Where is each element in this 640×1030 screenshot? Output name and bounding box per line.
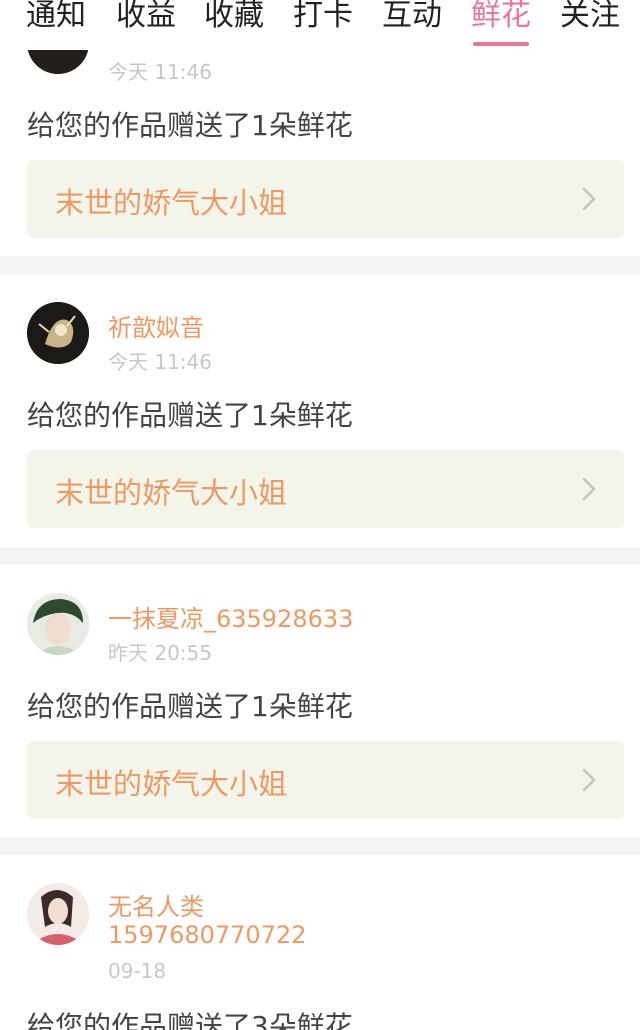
- active-tab-indicator: [473, 42, 529, 46]
- gift-message: 给您的作品赠送了1朵鲜花: [27, 399, 353, 432]
- work-title: 末世的娇气大小姐: [55, 767, 288, 801]
- tab-following[interactable]: 关注: [560, 0, 620, 40]
- work-link[interactable]: 末世的娇气大小姐: [27, 450, 624, 528]
- timestamp: 09-18: [108, 959, 167, 983]
- divider: [0, 837, 640, 855]
- chevron-right-icon: [582, 187, 596, 211]
- username-id: 1597680770722: [108, 921, 307, 949]
- tab-label: 打卡: [293, 0, 353, 33]
- username[interactable]: 一抹夏凉_635928633: [108, 599, 353, 634]
- gift-message: 给您的作品赠送了1朵鲜花: [27, 109, 353, 142]
- avatar[interactable]: [27, 302, 89, 364]
- work-link[interactable]: 末世的娇气大小姐: [27, 160, 624, 238]
- avatar[interactable]: [27, 883, 89, 945]
- tab-label: 关注: [560, 0, 620, 33]
- timestamp: 昨天 20:55: [108, 641, 212, 665]
- divider: [0, 256, 640, 274]
- tab-notifications[interactable]: 通知: [26, 0, 86, 40]
- gift-message: 给您的作品赠送了3朵鲜花: [27, 1010, 353, 1030]
- username[interactable]: 无名人类: [108, 887, 204, 922]
- tab-flowers[interactable]: 鲜花: [471, 0, 531, 46]
- chevron-right-icon: [582, 768, 596, 792]
- avatar[interactable]: [27, 593, 89, 655]
- top-tab-bar: 通知 收益 收藏 打卡 互动 鲜花 关注: [0, 0, 640, 50]
- work-title: 末世的娇气大小姐: [55, 476, 288, 510]
- gift-message: 给您的作品赠送了1朵鲜花: [27, 690, 353, 723]
- tab-earnings[interactable]: 收益: [116, 0, 176, 40]
- tab-label: 互动: [382, 0, 442, 33]
- timestamp: 今天 11:46: [108, 60, 212, 84]
- notification-card: 一抹夏凉_635928633 昨天 20:55 给您的作品赠送了1朵鲜花 末世的…: [0, 565, 640, 837]
- work-link[interactable]: 末世的娇气大小姐: [27, 741, 624, 819]
- divider: [0, 547, 640, 565]
- timestamp: 今天 11:46: [108, 350, 212, 374]
- work-title: 末世的娇气大小姐: [55, 186, 288, 220]
- chevron-right-icon: [582, 477, 596, 501]
- notification-card: 无名人类 1597680770722 09-18 给您的作品赠送了3朵鲜花: [0, 855, 640, 1030]
- tab-favorites[interactable]: 收藏: [204, 0, 264, 40]
- tab-label: 收藏: [204, 0, 264, 33]
- tab-label: 收益: [116, 0, 176, 33]
- tab-interactions[interactable]: 互动: [382, 0, 442, 40]
- username[interactable]: 祈歆姒音: [108, 308, 204, 343]
- notification-card: 祈歆姒音 今天 11:46 给您的作品赠送了1朵鲜花 末世的娇气大小姐: [0, 274, 640, 547]
- tab-label: 鲜花: [471, 0, 531, 33]
- tab-checkin[interactable]: 打卡: [293, 0, 353, 40]
- tab-label: 通知: [26, 0, 86, 33]
